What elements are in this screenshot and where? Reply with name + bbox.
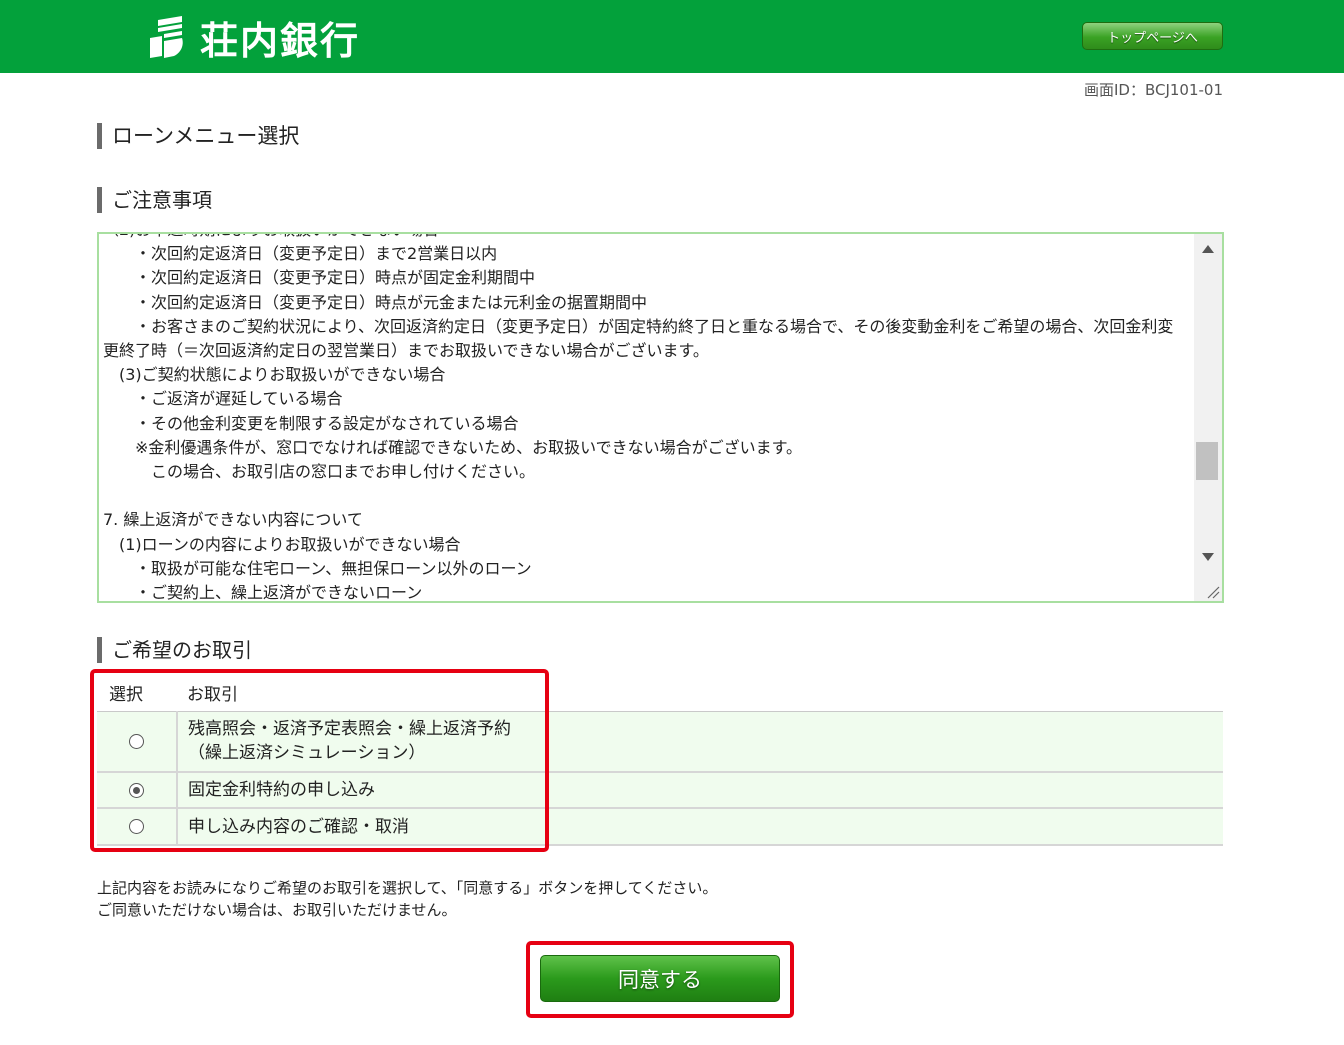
notes-line: （2)お申込時期によりお取扱いができない場合 (103, 234, 1193, 242)
header-bar: 荘内銀行 トップページへ (0, 0, 1344, 73)
notes-textarea[interactable]: （2)お申込時期によりお取扱いができない場合 ・次回約定返済日（変更予定日）まで… (97, 232, 1224, 603)
instructions: 上記内容をお読みになりご希望のお取引を選択して、「同意する」ボタンを押してくださ… (97, 877, 717, 921)
notes-line: ・次回約定返済日（変更予定日）まで2営業日以内 (103, 244, 498, 264)
notes-line: ・次回約定返済日（変更予定日）時点が元金または元利金の据置期間中 (103, 292, 648, 312)
screen-id: 画面ID：BCJ101-01 (1083, 81, 1223, 99)
scroll-thumb[interactable] (1196, 442, 1218, 480)
choice-heading: ご希望のお取引 (97, 637, 252, 663)
highlight-frame-table (90, 669, 549, 852)
notes-scrollbar[interactable] (1194, 234, 1222, 601)
notes-line: ・ご返済が遅延している場合 (103, 389, 343, 409)
notes-line (103, 484, 1193, 508)
top-page-button[interactable]: トップページへ (1082, 22, 1223, 50)
notes-line: 7. 繰上返済ができない内容について (103, 510, 363, 530)
highlight-frame-button (526, 941, 794, 1018)
notes-line: ※金利優遇条件が、窓口でなければ確認できないため、お取扱いできない場合がございま… (103, 437, 803, 457)
notes-line: ・取扱が可能な住宅ローン、無担保ローン以外のローン (103, 558, 532, 578)
page-title: ローンメニュー選択 (97, 123, 299, 149)
bank-logo: 荘内銀行 (148, 12, 361, 63)
resize-grip-icon[interactable] (1206, 585, 1220, 599)
bank-logo-icon (150, 16, 183, 58)
instructions-line: ご同意いただけない場合は、お取引いただけません。 (97, 901, 457, 919)
bank-name: 荘内銀行 (200, 18, 361, 63)
scroll-down-arrow-icon[interactable] (1202, 553, 1214, 561)
notes-line: (3)ご契約状態によりお取扱いができない場合 (103, 365, 446, 385)
notes-line: ・その他金利変更を制限する設定がなされている場合 (103, 413, 519, 433)
notes-line: この場合、お取引店の窓口までお申し付けください。 (103, 462, 536, 482)
notes-line: 更終了時（＝次回返済約定日の翌営業日）までお取扱いできない場合がございます。 (103, 341, 709, 361)
notes-line: ・ご契約上、繰上返済ができないローン (103, 583, 423, 603)
notes-heading: ご注意事項 (97, 187, 212, 213)
notes-line: (1)ローンの内容によりお取扱いができない場合 (103, 534, 461, 554)
notes-line: ・次回約定返済日（変更予定日）時点が固定金利期間中 (103, 268, 536, 288)
notes-content: （2)お申込時期によりお取扱いができない場合 ・次回約定返済日（変更予定日）まで… (103, 234, 1193, 603)
instructions-line: 上記内容をお読みになりご希望のお取引を選択して、「同意する」ボタンを押してくださ… (97, 879, 718, 897)
scroll-up-arrow-icon[interactable] (1202, 245, 1214, 253)
notes-line: ・お客さまのご契約状況により、次回返済約定日（変更予定日）が固定特約終了日と重な… (103, 316, 1174, 336)
